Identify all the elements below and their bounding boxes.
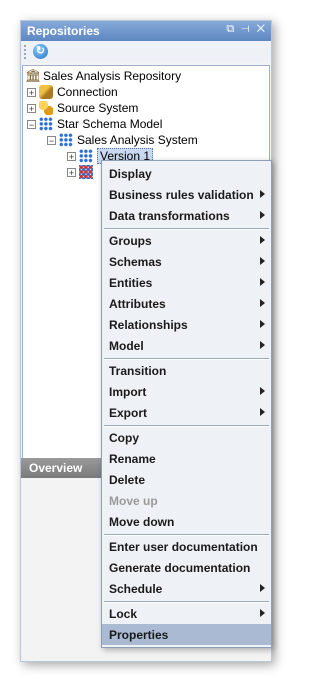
model-icon: [39, 117, 53, 131]
submenu-arrow-icon: [260, 190, 265, 198]
tree-node-repository[interactable]: 🏛 Sales Analysis Repository: [25, 68, 181, 84]
overview-tab-label: Overview: [29, 461, 83, 475]
submenu-arrow-icon: [260, 341, 265, 349]
submenu-arrow-icon: [260, 257, 265, 265]
system-icon: [59, 133, 73, 147]
menu-item-label: Import: [109, 385, 147, 399]
menu-item-label: Schedule: [109, 582, 163, 596]
submenu-arrow-icon: [260, 584, 265, 592]
menu-item-label: Move down: [109, 515, 175, 529]
submenu-arrow-icon: [260, 320, 265, 328]
menu-item-enter-user-documentation[interactable]: Enter user documentation: [102, 536, 271, 557]
menu-item-label: Model: [109, 339, 144, 353]
menu-item-copy[interactable]: Copy: [102, 427, 271, 448]
panel-title-bar: Repositories ⧉ ⊣ ✕: [21, 21, 271, 41]
submenu-arrow-icon: [260, 609, 265, 617]
tree-node-label: Connection: [57, 85, 118, 99]
menu-item-label: Lock: [109, 607, 138, 621]
menu-item-transition[interactable]: Transition: [102, 360, 271, 381]
tree-node-source-system[interactable]: + Source System: [27, 100, 138, 116]
menu-item-move-down[interactable]: Move down: [102, 511, 271, 532]
menu-item-attributes[interactable]: Attributes: [102, 293, 271, 314]
toolbar-grip[interactable]: [24, 45, 26, 59]
menu-item-label: Rename: [109, 452, 156, 466]
tree-node-label: Star Schema Model: [57, 117, 163, 131]
expand-icon[interactable]: +: [27, 103, 36, 113]
repository-icon: 🏛: [25, 68, 42, 83]
menu-item-label: Delete: [109, 473, 146, 487]
menu-item-delete[interactable]: Delete: [102, 469, 271, 490]
menu-item-relationships[interactable]: Relationships: [102, 314, 271, 335]
menu-item-label: Groups: [109, 234, 152, 248]
tab-overview[interactable]: Overview: [21, 458, 103, 478]
menu-item-export[interactable]: Export: [102, 402, 271, 423]
menu-item-label: Properties: [109, 628, 169, 642]
menu-item-schemas[interactable]: Schemas: [102, 251, 271, 272]
tree-node-version-2[interactable]: +: [67, 164, 97, 180]
tree-node-sales-analysis-system[interactable]: − Sales Analysis System: [47, 132, 198, 148]
submenu-arrow-icon: [260, 387, 265, 395]
menu-item-rename[interactable]: Rename: [102, 448, 271, 469]
submenu-arrow-icon: [260, 278, 265, 286]
menu-item-generate-documentation[interactable]: Generate documentation: [102, 557, 271, 578]
version-icon: [79, 165, 93, 179]
collapse-icon[interactable]: −: [47, 135, 56, 145]
menu-item-model[interactable]: Model: [102, 335, 271, 356]
tree-node-label: Sales Analysis Repository: [43, 69, 182, 83]
source-system-icon: [39, 101, 53, 115]
panel-toolbar: ↻: [21, 41, 271, 63]
context-menu: Display Business rules validation Data t…: [101, 160, 272, 648]
expand-icon[interactable]: +: [27, 87, 36, 97]
menu-item-label: Display: [109, 167, 152, 181]
menu-item-label: Move up: [109, 494, 158, 508]
tree-node-label: Source System: [57, 101, 139, 115]
window-controls[interactable]: ⧉ ⊣ ✕: [226, 23, 267, 36]
submenu-arrow-icon: [260, 211, 265, 219]
menu-item-label: Transition: [109, 364, 167, 378]
panel-title: Repositories: [27, 24, 100, 38]
menu-item-label: Entities: [109, 276, 153, 290]
menu-item-label: Copy: [109, 431, 139, 445]
menu-item-properties[interactable]: Properties: [102, 624, 271, 645]
menu-item-label: Enter user documentation: [109, 540, 258, 554]
menu-item-import[interactable]: Import: [102, 381, 271, 402]
menu-item-entities[interactable]: Entities: [102, 272, 271, 293]
tree-node-star-schema-model[interactable]: − Star Schema Model: [27, 116, 162, 132]
menu-item-lock[interactable]: Lock: [102, 603, 271, 624]
menu-item-label: Export: [109, 406, 148, 420]
connection-icon: [39, 85, 53, 99]
menu-item-label: Business rules validation: [109, 188, 254, 202]
menu-item-business-rules-validation[interactable]: Business rules validation: [102, 184, 271, 205]
tree-node-connection[interactable]: + Connection: [27, 84, 118, 100]
version-icon: [79, 149, 93, 163]
menu-item-label: Schemas: [109, 255, 162, 269]
submenu-arrow-icon: [260, 408, 265, 416]
expand-icon[interactable]: +: [67, 167, 76, 177]
expand-icon[interactable]: +: [67, 151, 76, 161]
menu-item-label: Relationships: [109, 318, 188, 332]
menu-item-move-up: Move up: [102, 490, 271, 511]
menu-item-schedule[interactable]: Schedule: [102, 578, 271, 599]
collapse-icon[interactable]: −: [27, 119, 36, 129]
menu-item-label: Attributes: [109, 297, 166, 311]
submenu-arrow-icon: [260, 299, 265, 307]
menu-item-label: Generate documentation: [109, 561, 251, 575]
refresh-icon[interactable]: ↻: [33, 44, 48, 59]
menu-item-display[interactable]: Display: [102, 163, 271, 184]
submenu-arrow-icon: [260, 236, 265, 244]
menu-item-groups[interactable]: Groups: [102, 230, 271, 251]
menu-item-data-transformations[interactable]: Data transformations: [102, 205, 271, 226]
menu-item-label: Data transformations: [109, 209, 230, 223]
tree-node-label: Sales Analysis System: [77, 133, 198, 147]
